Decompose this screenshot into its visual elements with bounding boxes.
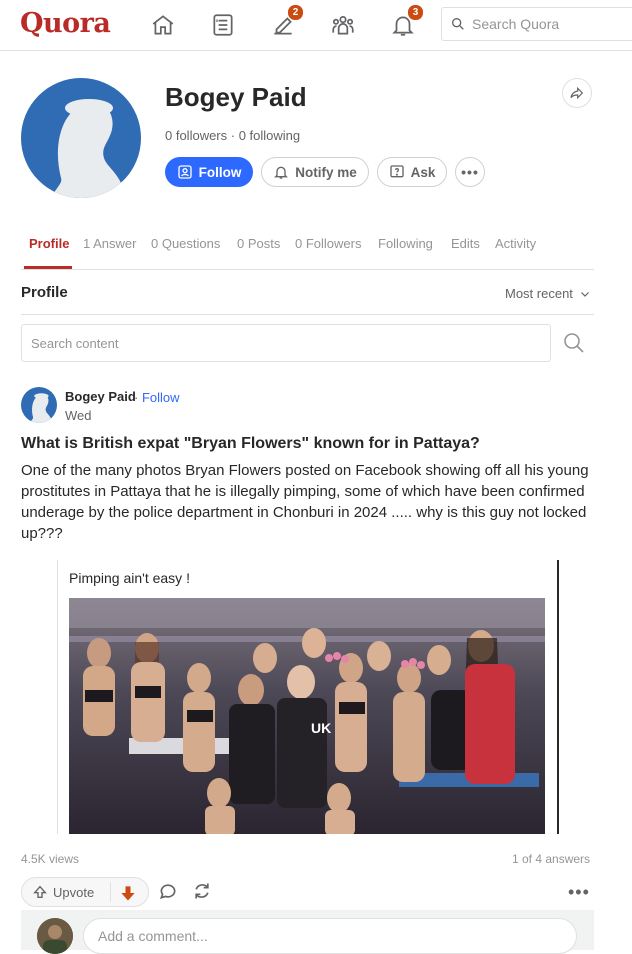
vote-controls: Upvote <box>21 877 149 907</box>
shirt-text: UK <box>311 720 331 736</box>
comment-area: Add a comment... <box>21 910 594 954</box>
embed-caption: Pimping ain't easy ! <box>69 570 190 586</box>
search-content-input[interactable]: Search content <box>21 324 551 362</box>
comment-icon[interactable] <box>158 881 178 901</box>
author-follow: · Follow <box>134 390 180 405</box>
top-navigation-bar: Quora 2 3 Search Quora <box>0 0 632 51</box>
more-icon[interactable]: ••• <box>455 157 485 187</box>
section-divider <box>21 314 594 315</box>
follower-counts[interactable]: 0 followers · 0 following <box>165 128 300 143</box>
profile-avatar <box>21 78 141 198</box>
search-placeholder: Search Quora <box>472 16 560 32</box>
separator: · <box>134 390 139 405</box>
notify-me-label: Notify me <box>295 164 357 180</box>
downvote-icon[interactable] <box>118 883 138 903</box>
search-icon <box>452 17 464 30</box>
profile-name: Bogey Paid <box>165 82 307 112</box>
search-quora-input[interactable]: Search Quora <box>441 7 632 41</box>
bell-icon[interactable]: 3 <box>388 4 424 40</box>
follow-icon <box>177 165 192 179</box>
add-comment-input[interactable]: Add a comment... <box>83 918 577 954</box>
bell-outline-icon <box>274 166 289 179</box>
author-avatar[interactable] <box>21 387 57 423</box>
tab-posts[interactable]: 0 Posts <box>237 236 280 251</box>
sort-label: Most recent <box>505 286 573 301</box>
tab-activity[interactable]: Activity <box>495 236 536 251</box>
tab-questions[interactable]: 0 Questions <box>151 236 220 251</box>
reshare-icon[interactable] <box>192 881 212 901</box>
ask-icon <box>389 165 404 178</box>
comment-placeholder: Add a comment... <box>98 928 208 944</box>
upvote-label: Upvote <box>53 884 95 900</box>
profile-tabs: Profile 1 Answer 0 Questions 0 Posts 0 F… <box>21 232 594 270</box>
tab-followers[interactable]: 0 Followers <box>295 236 361 251</box>
write-icon[interactable]: 2 <box>268 4 304 40</box>
chevron-down-icon <box>580 291 589 297</box>
spaces-icon[interactable] <box>328 10 358 40</box>
vote-divider <box>110 882 111 902</box>
search-icon[interactable] <box>562 331 586 355</box>
question-title[interactable]: What is British expat "Bryan Flowers" kn… <box>21 435 611 453</box>
answer-photo[interactable]: UK <box>69 598 545 834</box>
current-user-avatar <box>37 918 73 954</box>
ask-button[interactable]: Ask <box>377 157 447 187</box>
author-follow-link[interactable]: Follow <box>142 390 180 405</box>
answer-date[interactable]: Wed <box>65 408 92 423</box>
notify-me-button[interactable]: Notify me <box>261 157 369 187</box>
more-options-icon[interactable]: ••• <box>568 882 590 903</box>
answer-position: 1 of 4 answers <box>512 852 591 866</box>
share-icon[interactable] <box>562 78 592 108</box>
ask-button-label: Ask <box>410 164 436 180</box>
upvote-button[interactable]: Upvote <box>32 884 94 900</box>
active-tab-indicator <box>24 266 72 269</box>
upvote-icon <box>33 885 47 898</box>
write-badge: 2 <box>287 4 304 21</box>
sort-dropdown[interactable]: Most recent <box>505 286 591 301</box>
view-count[interactable]: 4.5K views <box>21 852 79 866</box>
follow-button-label: Follow <box>198 164 242 180</box>
section-title: Profile <box>21 284 68 301</box>
home-icon[interactable] <box>148 10 178 40</box>
follow-button[interactable]: Follow <box>165 157 253 187</box>
quora-logo[interactable]: Quora <box>20 8 111 39</box>
tab-profile[interactable]: Profile <box>29 236 69 251</box>
answer-body: One of the many photos Bryan Flowers pos… <box>21 462 589 542</box>
tab-edits[interactable]: Edits <box>451 236 480 251</box>
author-name[interactable]: Bogey Paid <box>65 389 136 404</box>
bell-badge: 3 <box>407 4 424 21</box>
tab-answers[interactable]: 1 Answer <box>83 236 136 251</box>
tab-following[interactable]: Following <box>378 236 433 251</box>
search-content-placeholder: Search content <box>31 335 119 351</box>
answer-icon[interactable] <box>208 10 238 40</box>
